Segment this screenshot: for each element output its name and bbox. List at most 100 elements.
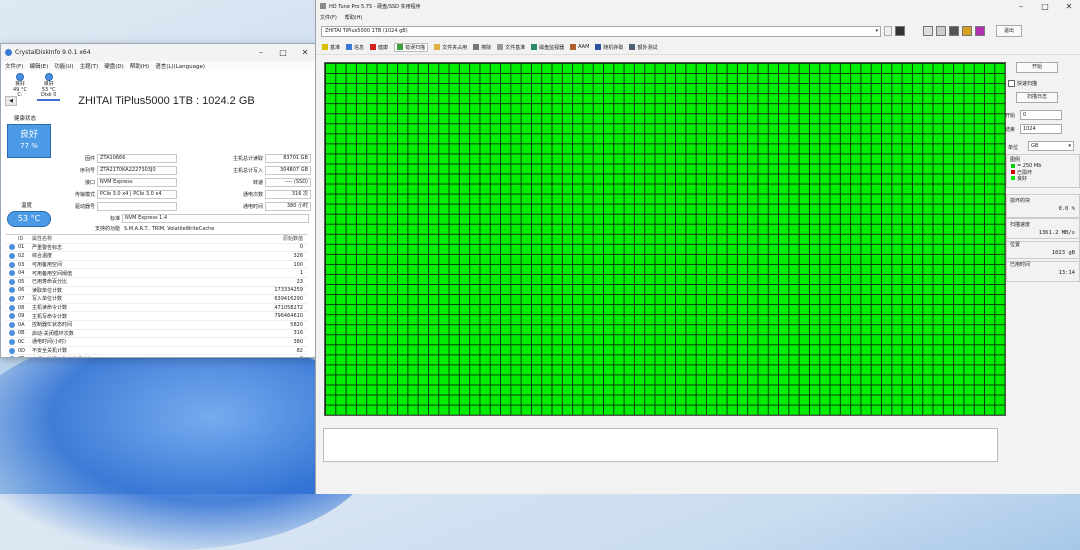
status-dot-icon — [9, 347, 15, 354]
table-row[interactable]: 08 主机读命令计数 471058272 — [6, 304, 307, 313]
tab-aam[interactable]: AAM — [570, 44, 589, 50]
tab-disk-monitor[interactable]: 磁盘监视器 — [531, 44, 564, 51]
window-title: CrystalDiskInfo 9.0.1 x64 — [15, 49, 91, 56]
health-status-badge[interactable]: 良好 77 % — [7, 124, 51, 158]
disk-info-panel: 健康状态 良好 77 % 温度 53 °C 固件 ZTA10666 序列号 ZT… — [1, 110, 316, 232]
status-dot-icon — [9, 261, 15, 268]
crystaldiskinfo-window: CrystalDiskInfo 9.0.1 x64 – □ ✕ 文件(F) 编辑… — [0, 43, 317, 358]
unit-label: 单位 — [1008, 145, 1019, 151]
table-row[interactable]: 02 综合温度 326 — [6, 252, 307, 261]
hdtune-window: HD Tune Pro 5.75 - 硬盘/SSD 实用程序 – □ ✕ 文件(… — [315, 0, 1080, 494]
table-row[interactable]: 05 已用寿命百分比 23 — [6, 278, 307, 287]
drive-dropdown[interactable]: ZHITAI TiPlus5000 1TB (1024 gB) ▾ — [321, 25, 881, 37]
copy-icon[interactable] — [923, 26, 933, 36]
table-row[interactable]: 0C 通电时间(小时) 380 — [6, 338, 307, 347]
menu-file[interactable]: 文件(F) — [320, 14, 337, 21]
host-reads-field: 主机总计读取 83701 GB — [223, 154, 311, 163]
end-input[interactable]: 1024 — [1020, 124, 1062, 134]
minimize-button[interactable]: – — [250, 44, 272, 61]
menu-disk[interactable]: 硬盘(D) — [104, 62, 124, 70]
table-row[interactable]: 01 严重警告标志 0 — [6, 244, 307, 253]
table-row[interactable]: 07 写入单位计数 639416290 — [6, 295, 307, 304]
rotation-field: 转速 ---- (SSD) — [223, 178, 311, 187]
elapsed-time-stat: 已用时间 13:14 — [1006, 258, 1080, 282]
screenshot-icon[interactable] — [949, 26, 959, 36]
menu-help[interactable]: 帮助(H) — [130, 62, 149, 70]
maximize-button[interactable]: □ — [272, 44, 294, 61]
copy-info-icon[interactable] — [936, 26, 946, 36]
menu-bar: 文件(F) 帮助(H) — [316, 12, 1080, 22]
status-dot-icon — [15, 73, 24, 81]
tab-file-benchmark[interactable]: 文件基准 — [497, 44, 525, 51]
drive-letter-field: 驱动器号 — [63, 202, 177, 211]
menu-function[interactable]: 功能(U) — [54, 62, 73, 70]
table-row[interactable]: 0E介质与数据完整性错误计数0 — [6, 355, 307, 357]
status-dot-icon — [9, 330, 15, 337]
extra-tests-icon — [629, 44, 636, 50]
previous-disk-button[interactable]: ◀ — [5, 96, 17, 106]
health-label: 健康状态 — [14, 116, 37, 122]
menu-theme[interactable]: 主题(T) — [80, 62, 99, 70]
firmware-field: 固件 ZTA10666 — [63, 154, 177, 163]
save-icon[interactable] — [975, 26, 985, 36]
folder-icon — [434, 44, 441, 50]
smart-attributes-table: ID 属性名称 原始数值 01 严重警告标志 0 02 综合温度 326 03 可用备用空间 1… — [6, 234, 307, 357]
disk-header: ◀ ZHITAI TiPlus5000 1TB : 1024.2 GB — [1, 93, 316, 109]
start-button[interactable]: 开始 — [1016, 62, 1058, 73]
drive-selector: 良好 49 °C C: 良好 53 °C Disk 0 — [1, 71, 316, 101]
table-header: ID 属性名称 原始数值 — [6, 235, 307, 244]
scan-log-button[interactable]: 扫描日志 — [1016, 92, 1058, 103]
table-row[interactable]: 0B 启动-关闭循环次数 316 — [6, 330, 307, 339]
status-dot-icon — [9, 252, 15, 259]
table-row[interactable]: 0D 不安全关机计数 82 — [6, 347, 307, 356]
legend-item-good: 良好 — [1007, 175, 1079, 182]
table-row[interactable]: 04 可用备用空间阈值 1 — [6, 269, 307, 278]
close-button[interactable]: ✕ — [1057, 0, 1080, 12]
power-count-field: 通电次数 316 次 — [223, 190, 311, 199]
minimize-button[interactable]: – — [1009, 0, 1033, 12]
table-row[interactable]: 0A 控制器忙状态时间 5820 — [6, 321, 307, 330]
tab-erase[interactable]: 擦除 — [473, 44, 491, 51]
tab-health[interactable]: 健康 — [370, 44, 388, 51]
power-hours-field: 通电时间 380 小时 — [223, 202, 311, 211]
temperature-icon — [884, 26, 892, 36]
standard-field: 标准 NVM Express 1.4 — [88, 214, 309, 223]
table-row[interactable]: 09 主机写命令计数 796464610 — [6, 312, 307, 321]
start-field-label: 开始 — [1005, 113, 1016, 119]
start-input[interactable]: 0 — [1020, 110, 1062, 120]
chevron-down-icon: ▾ — [875, 27, 878, 34]
tab-folder-usage[interactable]: 文件夹占用 — [434, 44, 467, 51]
menu-help[interactable]: 帮助(H) — [345, 14, 363, 21]
status-dot-icon — [9, 295, 15, 302]
trash-icon — [473, 44, 480, 50]
menu-bar: 文件(F) 编辑(E) 功能(U) 主题(T) 硬盘(D) 帮助(H) 语言(L… — [1, 61, 316, 71]
disk-title: ZHITAI TiPlus5000 1TB : 1024.2 GB — [78, 95, 255, 107]
table-row[interactable]: 06 读取单位计数 173334259 — [6, 287, 307, 296]
status-dot-icon — [9, 270, 15, 277]
tab-error-scan[interactable]: 错误扫描 — [394, 42, 429, 52]
status-dot-icon — [9, 338, 15, 345]
status-dot-icon — [44, 73, 53, 81]
maximize-button[interactable]: □ — [1033, 0, 1057, 12]
error-scan-grid — [324, 62, 1006, 416]
tab-extra-tests[interactable]: 额外测试 — [629, 44, 657, 51]
status-dot-icon — [9, 278, 15, 285]
menu-edit[interactable]: 编辑(E) — [29, 62, 48, 70]
exit-button[interactable]: 退出 — [996, 25, 1022, 37]
random-access-icon — [595, 44, 602, 50]
table-row[interactable]: 03 可用备用空间 100 — [6, 261, 307, 270]
options-icon[interactable] — [962, 26, 972, 36]
status-dot-icon — [9, 313, 15, 320]
features-field: 支持的功能 S.M.A.R.T., TRIM, VolatileWriteCac… — [94, 225, 215, 233]
close-button[interactable]: ✕ — [294, 44, 316, 61]
quick-scan-checkbox[interactable]: 快速扫描 — [1008, 80, 1037, 87]
end-field-label: 结束 — [1005, 127, 1016, 133]
menu-language[interactable]: 语言(L)(Language) — [155, 62, 205, 70]
unit-select[interactable]: GB ▾ — [1028, 141, 1074, 151]
menu-file[interactable]: 文件(F) — [5, 62, 23, 70]
tab-random-access[interactable]: 随机存取 — [595, 44, 623, 51]
file-icon — [497, 44, 504, 50]
tab-benchmark[interactable]: 基准 — [322, 44, 340, 51]
interface-field: 接口 NVM Express — [63, 178, 177, 187]
tab-info[interactable]: 信息 — [346, 44, 364, 51]
